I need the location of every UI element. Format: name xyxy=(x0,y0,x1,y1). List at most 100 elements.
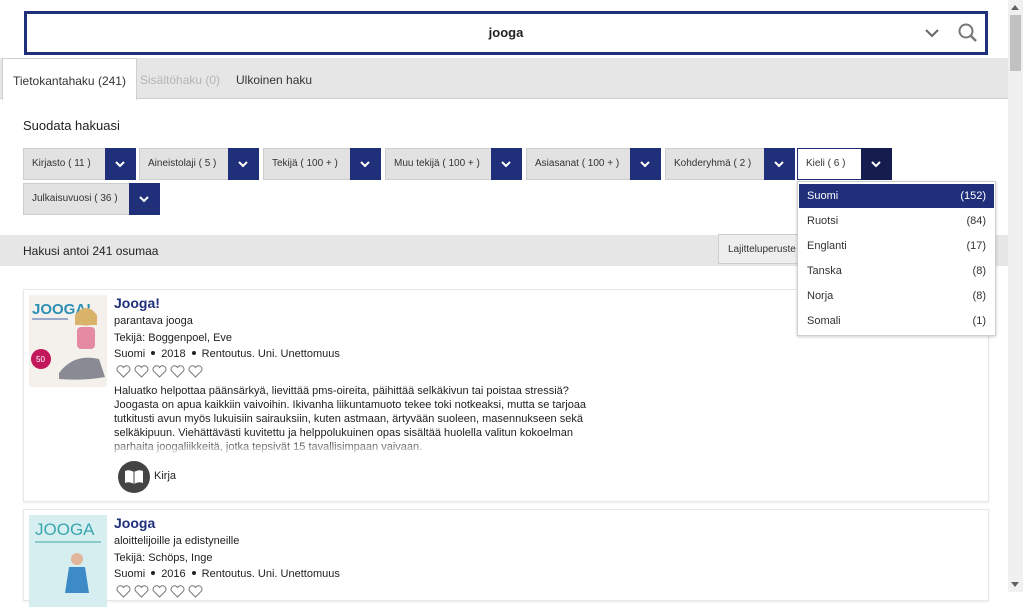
facet-label: Asiasanat ( 100 + ) xyxy=(535,158,620,169)
language-dropdown: Suomi (152) Ruotsi (84) Englanti (17) Tansk… xyxy=(797,181,996,336)
facet-expand-button[interactable] xyxy=(630,148,661,180)
search-input[interactable]: jooga xyxy=(27,25,985,40)
facet-author[interactable]: Tekijä ( 100 + ) xyxy=(263,148,381,180)
option-name: Englanti xyxy=(807,240,847,252)
facet-publication-year[interactable]: Julkaisuvuosi ( 36 ) xyxy=(23,183,160,215)
result-language: Suomi xyxy=(114,348,146,360)
facet-material-type[interactable]: Aineistolaji ( 5 ) xyxy=(139,148,259,180)
option-name: Ruotsi xyxy=(807,215,839,227)
option-count: (8) xyxy=(972,265,986,277)
cover-title: JOOGA xyxy=(35,520,95,539)
heart-icon[interactable] xyxy=(152,365,167,378)
result-author: Tekijä: Schöps, Inge xyxy=(114,552,213,564)
scrollbar-thumb[interactable] xyxy=(1010,15,1021,71)
language-option-englanti[interactable]: Englanti (17) xyxy=(799,234,994,258)
book-icon xyxy=(118,461,150,493)
result-subtitle: parantava jooga xyxy=(114,315,193,327)
scroll-up-arrow-icon[interactable] xyxy=(1011,5,1019,10)
header-edge xyxy=(0,0,1008,6)
book-cover-image[interactable]: JOOGA xyxy=(29,515,107,607)
material-type-label: Kirja xyxy=(154,470,177,482)
option-count: (84) xyxy=(966,215,986,227)
facet-subjects[interactable]: Asiasanat ( 100 + ) xyxy=(526,148,661,180)
result-meta: Suomi 2018 Rentoutus. Uni. Unettomuus xyxy=(114,348,340,360)
chevron-down-icon xyxy=(501,161,511,168)
facet-label: Kieli ( 6 ) xyxy=(806,158,846,169)
facet-expand-button[interactable] xyxy=(129,183,160,215)
result-year: 2018 xyxy=(161,348,186,360)
chevron-down-icon[interactable] xyxy=(920,21,944,45)
facet-expand-button[interactable] xyxy=(105,148,136,180)
result-title-link[interactable]: Jooga xyxy=(114,515,155,531)
facet-other-author[interactable]: Muu tekijä ( 100 + ) xyxy=(385,148,522,180)
result-author: Tekijä: Boggenpoel, Eve xyxy=(114,332,233,344)
chevron-down-icon xyxy=(774,161,784,168)
result-meta: Suomi 2016 Rentoutus. Uni. Unettomuus xyxy=(114,568,340,580)
scroll-down-arrow-icon[interactable] xyxy=(1011,582,1019,587)
option-count: (8) xyxy=(972,290,986,302)
heart-icon[interactable] xyxy=(116,365,131,378)
separator-dot xyxy=(191,351,196,356)
rating-hearts[interactable] xyxy=(116,585,206,599)
facet-label: Kirjasto ( 11 ) xyxy=(32,158,91,169)
language-option-somali[interactable]: Somali (1) xyxy=(799,309,994,333)
chevron-down-icon xyxy=(640,161,650,168)
result-subjects: Rentoutus. Uni. Unettomuus xyxy=(201,568,340,580)
result-title-link[interactable]: Jooga! xyxy=(114,295,160,311)
facet-audience[interactable]: Kohderyhmä ( 2 ) xyxy=(665,148,795,180)
search-tabs: Tietokantahaku (241) Sisältöhaku (0) Ulk… xyxy=(0,58,1008,100)
page-scrollbar[interactable] xyxy=(1008,0,1023,592)
language-option-ruotsi[interactable]: Ruotsi (84) xyxy=(799,209,994,233)
result-year: 2016 xyxy=(161,568,186,580)
heart-icon[interactable] xyxy=(170,365,185,378)
language-option-tanska[interactable]: Tanska (8) xyxy=(799,259,994,283)
result-subtitle: aloittelijoille ja edistyneille xyxy=(114,535,240,547)
heart-icon[interactable] xyxy=(188,365,203,378)
sort-label: Lajitteluperuste R xyxy=(728,244,806,255)
sort-select[interactable]: Lajitteluperuste R xyxy=(718,234,808,264)
search-box[interactable]: jooga xyxy=(24,11,988,55)
option-name: Somali xyxy=(807,315,841,327)
result-subjects: Rentoutus. Uni. Unettomuus xyxy=(201,348,340,360)
facet-label: Aineistolaji ( 5 ) xyxy=(148,158,217,169)
result-card: JOOGA Jooga aloittelijoille ja edistynei… xyxy=(23,509,989,607)
chevron-down-icon xyxy=(115,161,125,168)
facet-expand-button[interactable] xyxy=(350,148,381,180)
chevron-down-icon xyxy=(238,161,248,168)
results-summary: Hakusi antoi 241 osumaa xyxy=(23,244,159,258)
facet-label: Tekijä ( 100 + ) xyxy=(272,158,338,169)
open-book-glyph xyxy=(125,470,143,484)
filters-title: Suodata hakuasi xyxy=(23,118,120,133)
language-option-norja[interactable]: Norja (8) xyxy=(799,284,994,308)
tab-database-search[interactable]: Tietokantahaku (241) xyxy=(2,58,137,100)
heart-icon[interactable] xyxy=(134,365,149,378)
facet-label: Muu tekijä ( 100 + ) xyxy=(394,158,480,169)
search-icon[interactable] xyxy=(955,20,981,46)
chevron-down-icon xyxy=(139,196,149,203)
result-language: Suomi xyxy=(114,568,146,580)
facet-expand-button[interactable] xyxy=(491,148,522,180)
option-name: Suomi xyxy=(807,190,839,202)
facet-label: Julkaisuvuosi ( 36 ) xyxy=(32,193,118,204)
chevron-down-icon xyxy=(360,161,370,168)
option-name: Tanska xyxy=(807,265,842,277)
tab-external-search[interactable]: Ulkoinen haku xyxy=(226,58,322,98)
option-count: (17) xyxy=(966,240,986,252)
facet-library[interactable]: Kirjasto ( 11 ) xyxy=(23,148,136,180)
chevron-down-icon xyxy=(871,161,881,168)
svg-text:50: 50 xyxy=(36,355,45,364)
facet-collapse-button[interactable] xyxy=(861,148,892,180)
language-option-suomi[interactable]: Suomi (152) xyxy=(799,184,994,208)
option-name: Norja xyxy=(807,290,834,302)
separator-dot xyxy=(191,571,196,576)
separator-dot xyxy=(151,351,156,356)
facet-expand-button[interactable] xyxy=(764,148,795,180)
rating-hearts[interactable] xyxy=(116,365,206,379)
book-cover-image[interactable]: JOOGA! 50 xyxy=(29,295,107,387)
facet-expand-button[interactable] xyxy=(228,148,259,180)
facet-language[interactable]: Kieli ( 6 ) xyxy=(797,148,892,180)
description-fade xyxy=(114,440,594,456)
option-count: (152) xyxy=(960,190,986,202)
tab-content-search: Sisältöhaku (0) xyxy=(140,73,221,87)
separator-dot xyxy=(151,571,156,576)
